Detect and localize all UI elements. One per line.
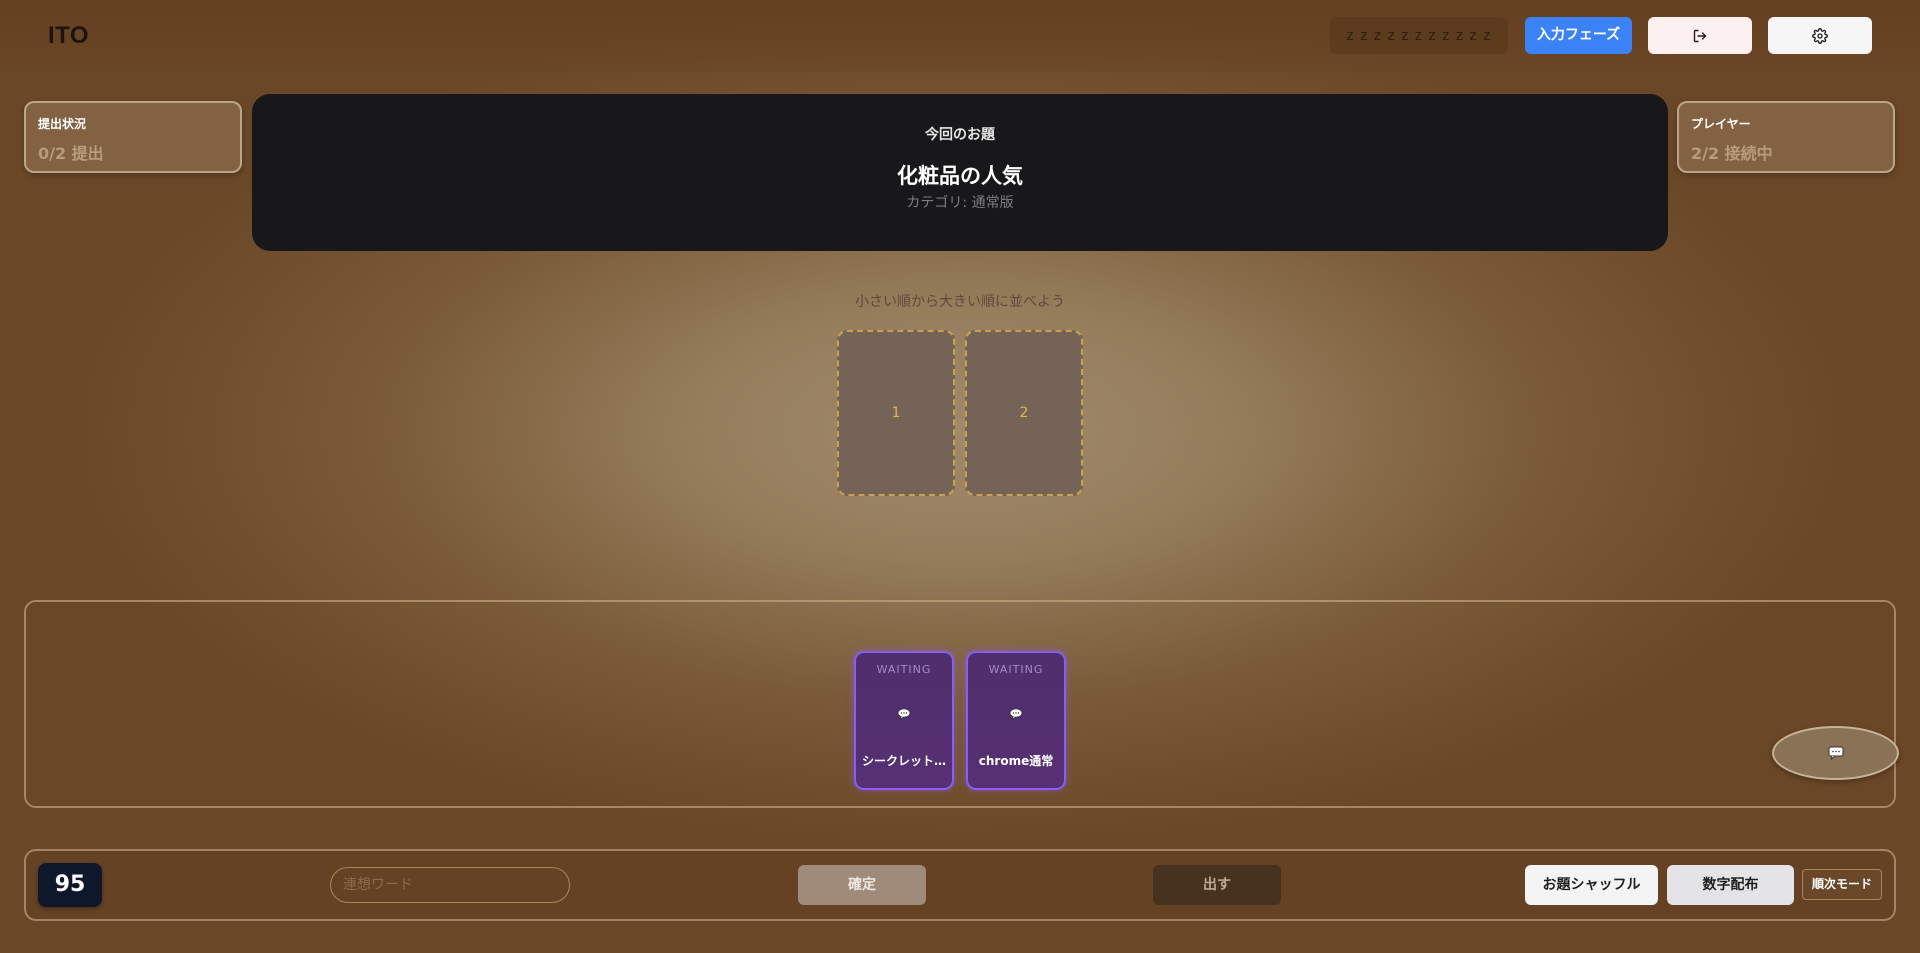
topic-category: カテゴリ: 通常版 (906, 195, 1014, 211)
topic-title: 化粧品の人気 (897, 164, 1023, 188)
submission-status-title: 提出状況 (38, 117, 87, 131)
submission-status-value: 0/2 提出 (38, 144, 104, 163)
chat-icon (1828, 746, 1843, 760)
header (0, 0, 1920, 72)
players-panel: プレイヤー 2/2 接続中 (1677, 101, 1895, 173)
player-card-name: chrome通常 (978, 754, 1054, 768)
board-instruction: 小さい順から大きい順に並べよう (855, 294, 1065, 310)
speech-bubble-icon (1009, 708, 1023, 720)
my-number-badge: 95 (38, 863, 102, 907)
confirm-button[interactable]: 確定 (798, 865, 926, 905)
player-card-status: WAITING (876, 663, 932, 676)
player-card-name: シークレット… (862, 754, 947, 768)
exit-button[interactable] (1648, 17, 1752, 54)
board-slot-2[interactable]: 2 (965, 330, 1083, 496)
speech-bubble-icon (897, 708, 911, 720)
players-value: 2/2 接続中 (1691, 144, 1773, 163)
sequential-mode-button[interactable]: 順次モード (1802, 869, 1882, 900)
settings-button[interactable] (1768, 17, 1872, 54)
player-card-status: WAITING (988, 663, 1044, 676)
phase-button[interactable]: 入力フェーズ (1525, 17, 1632, 54)
logout-icon (1693, 29, 1707, 42)
room-name: z z z z z z z z z z z (1330, 17, 1508, 54)
topic-label: 今回のお題 (925, 127, 995, 143)
board-slot-1[interactable]: 1 (837, 330, 955, 496)
deal-numbers-button[interactable]: 数字配布 (1667, 865, 1794, 905)
chat-button[interactable] (1772, 726, 1899, 780)
play-card-button[interactable]: 出す (1153, 865, 1281, 905)
player-card[interactable]: WAITING chrome通常 (966, 651, 1066, 790)
submission-status-panel: 提出状況 0/2 提出 (24, 101, 242, 173)
players-title: プレイヤー (1691, 117, 1751, 131)
shuffle-topic-button[interactable]: お題シャッフル (1525, 865, 1658, 905)
app-logo: ITO (48, 22, 90, 49)
gear-icon (1812, 27, 1828, 44)
hand-area (24, 600, 1896, 808)
topic-box: 今回のお題 化粧品の人気 カテゴリ: 通常版 (252, 94, 1668, 251)
player-card[interactable]: WAITING シークレット… (854, 651, 954, 790)
association-word-input[interactable] (330, 867, 570, 903)
